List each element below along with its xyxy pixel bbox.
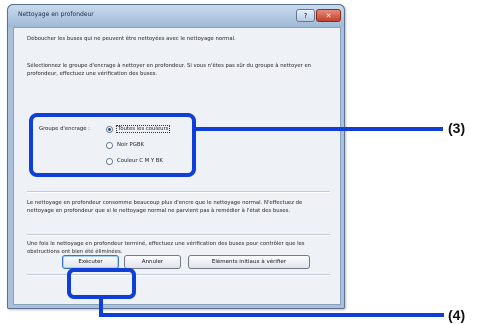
intro-text: Déboucher les buses qui ne peuvent être … <box>27 36 236 42</box>
callout-leader-line <box>196 127 443 131</box>
select-instruction-text: Sélectionnez le groupe d'encrage à netto… <box>27 63 312 78</box>
cancel-button[interactable]: Annuler <box>124 255 181 269</box>
ink-group-callout-box <box>29 113 196 177</box>
callout-leader-line <box>99 313 444 317</box>
help-button[interactable]: ? <box>296 9 315 22</box>
dialog-title: Nettoyage en profondeur <box>18 11 94 18</box>
close-button[interactable]: ✕ <box>316 9 341 22</box>
initial-check-items-button[interactable]: Eléments initiaux à vérifier <box>188 255 310 269</box>
separator <box>27 234 330 236</box>
execute-callout-box <box>67 268 136 299</box>
separator <box>27 191 330 193</box>
execute-button[interactable]: Exécuter <box>62 255 119 269</box>
step-3-label: (3) <box>448 120 466 136</box>
dialog-titlebar: Nettoyage en profondeur ? ✕ <box>8 5 344 27</box>
warning-text: Le nettoyage en profondeur consomme beau… <box>27 200 303 215</box>
step-4-label: (4) <box>448 307 466 323</box>
